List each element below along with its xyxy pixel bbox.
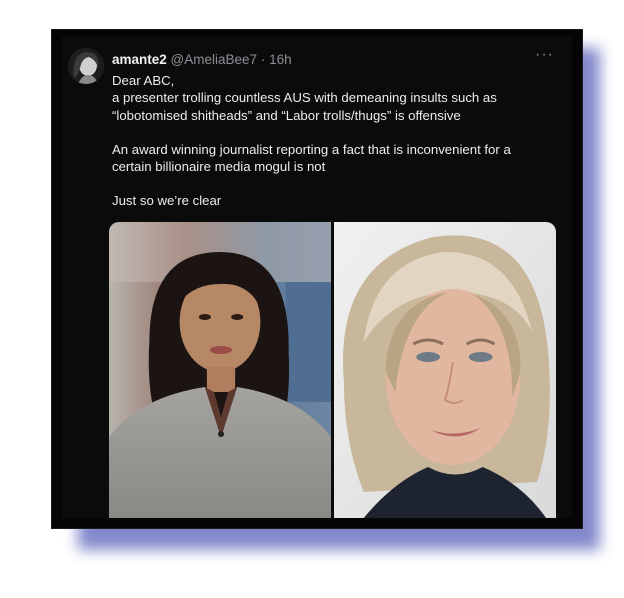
tweet-header: amante2 @AmeliaBee7 · 16h [112,51,292,68]
tweet-paragraph-2: An award winning journalist reporting a … [112,141,511,175]
tweet-media [109,222,556,518]
tweet-card[interactable]: amante2 @AmeliaBee7 · 16h ··· Dear ABC, … [62,36,572,518]
news-presenter-image [109,222,331,518]
more-options-icon[interactable]: ··· [535,46,554,64]
header-separator: · [260,52,266,67]
avatar[interactable] [68,48,104,84]
blonde-woman-image [334,222,556,518]
tweet-text: Dear ABC, a presenter trolling countless… [112,72,562,227]
photo-news-presenter[interactable] [109,222,331,518]
tweet-frame: amante2 @AmeliaBee7 · 16h ··· Dear ABC, … [51,29,583,529]
user-handle[interactable]: @AmeliaBee7 [171,52,258,67]
photo-blonde-woman[interactable] [334,222,556,518]
tweet-paragraph-1: Dear ABC, a presenter trolling countless… [112,73,497,123]
timestamp[interactable]: 16h [269,52,292,67]
tweet-paragraph-3: Just so we’re clear [112,193,222,209]
display-name[interactable]: amante2 [112,52,167,67]
avatar-image [68,48,104,84]
screenshot-stage: amante2 @AmeliaBee7 · 16h ··· Dear ABC, … [0,0,624,598]
